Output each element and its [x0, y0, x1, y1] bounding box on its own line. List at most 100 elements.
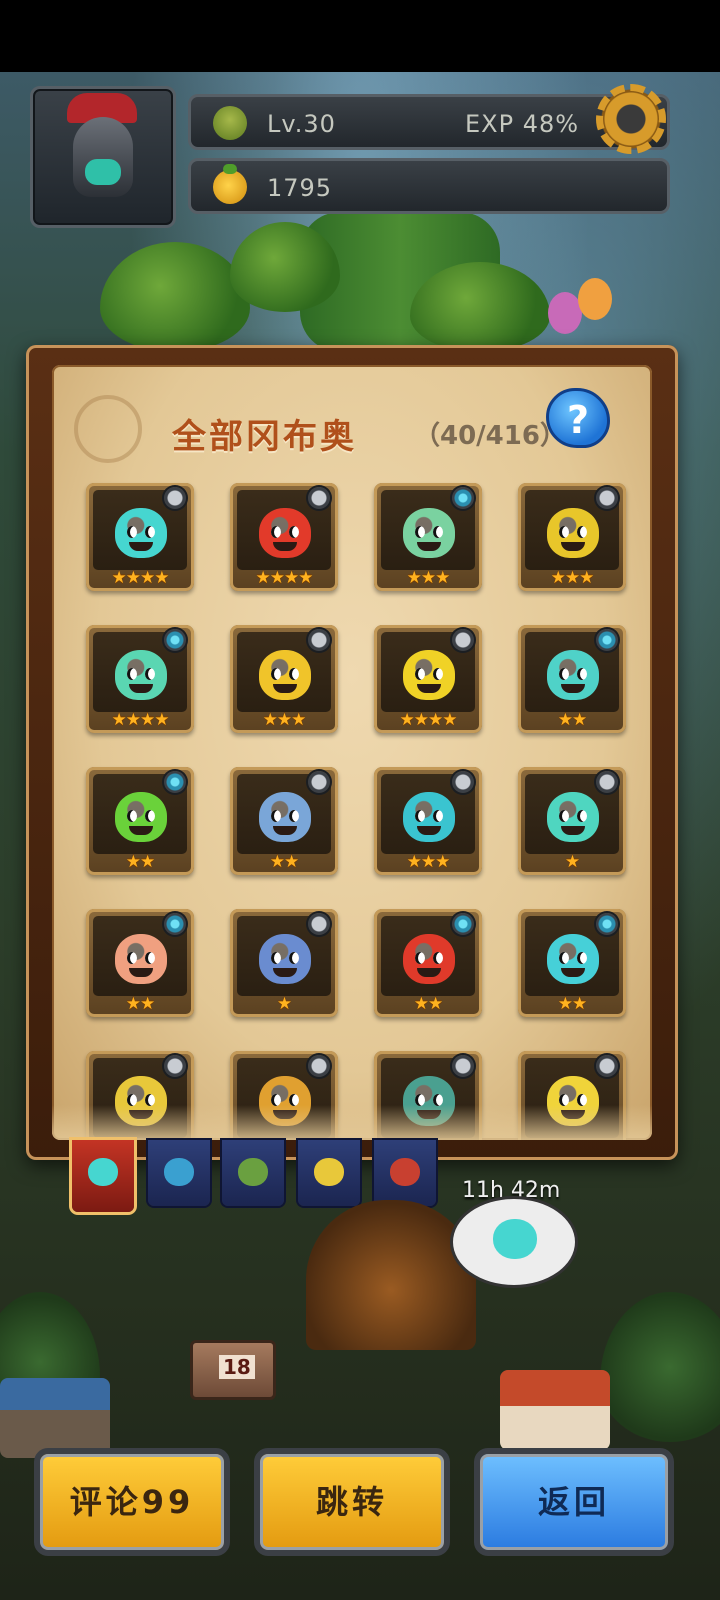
creature-grid: ★★★★ ★★★★ ★★★ ★★★ ★★★★ ★★★ ★★★★ ★★ ★★ ★★ ★★★ ★ ★★ ★ ★★…	[52, 365, 652, 1140]
tree-level-icon	[213, 106, 247, 140]
parchment-sheet: 全部冈布奥 （40/416） ★★★★ ★★★★ ★★★ ★★★ ★★★★ ★★★ ★★★★…	[52, 365, 652, 1140]
gumball-creature-icon	[115, 934, 167, 984]
star-rating: ★★★	[406, 852, 451, 872]
creature-card[interactable]: ★★★★	[86, 625, 194, 733]
warrior-class-icon	[308, 629, 330, 651]
leaf	[100, 242, 250, 352]
star-rating: ★★	[125, 994, 155, 1014]
gumball-creature-icon	[259, 792, 311, 842]
player-avatar[interactable]	[30, 86, 176, 228]
star-rating: ★★	[413, 994, 443, 1014]
warrior-class-icon	[452, 1055, 474, 1077]
star-rating: ★★★★	[399, 710, 458, 730]
jump-button[interactable]: 跳转	[254, 1448, 450, 1556]
dark-element-icon	[390, 1158, 420, 1186]
currency-value: 1795	[267, 174, 333, 202]
warrior-class-icon	[596, 1055, 618, 1077]
status-bar	[0, 0, 720, 72]
speech-bubble[interactable]	[450, 1196, 578, 1288]
star-rating: ★★	[269, 852, 299, 872]
village-house	[0, 1378, 110, 1458]
water-element-icon	[164, 1158, 194, 1186]
creature-card[interactable]: ★★★★	[86, 483, 194, 591]
gumball-bubble-icon	[493, 1219, 537, 1259]
magic-class-icon	[164, 913, 186, 935]
creature-card[interactable]: ★★★	[518, 483, 626, 591]
gumball-creature-icon	[547, 934, 599, 984]
help-button[interactable]: ?	[546, 388, 610, 448]
magic-class-icon	[452, 487, 474, 509]
warrior-class-icon	[308, 913, 330, 935]
creature-card[interactable]: ★★	[518, 909, 626, 1017]
star-rating: ★	[564, 852, 580, 872]
creature-card[interactable]: ★★	[518, 625, 626, 733]
warrior-class-icon	[596, 771, 618, 793]
warrior-class-icon	[308, 771, 330, 793]
magic-class-icon	[596, 913, 618, 935]
warrior-class-icon	[308, 487, 330, 509]
warrior-class-icon	[452, 771, 474, 793]
gumball-creature-icon	[259, 934, 311, 984]
all-element-icon	[88, 1158, 118, 1186]
star-rating: ★★★	[550, 568, 595, 588]
magic-class-icon	[164, 629, 186, 651]
creature-card[interactable]: ★	[518, 767, 626, 875]
star-rating: ★★★	[262, 710, 307, 730]
village-house	[500, 1370, 610, 1450]
star-rating: ★★★★	[255, 568, 314, 588]
back-button[interactable]: 返回	[474, 1448, 674, 1556]
gumball-creature-icon	[115, 508, 167, 558]
warrior-class-icon	[452, 629, 474, 651]
star-rating: ★★★	[406, 568, 451, 588]
gumball-creature-icon	[547, 650, 599, 700]
tab-nature[interactable]	[222, 1140, 284, 1206]
star-rating: ★	[276, 994, 292, 1014]
light-element-icon	[314, 1158, 344, 1186]
creature-card[interactable]: ★★★	[374, 483, 482, 591]
balloon	[548, 292, 582, 334]
gumball-creature-icon	[115, 650, 167, 700]
fruit-currency-icon	[213, 164, 247, 204]
creature-card[interactable]: ★★★★	[230, 483, 338, 591]
creature-card[interactable]: ★★★★	[374, 625, 482, 733]
star-rating: ★★	[557, 994, 587, 1014]
tab-all[interactable]	[72, 1140, 134, 1212]
scroll-fade	[52, 1105, 652, 1140]
gumball-creature-icon	[403, 792, 455, 842]
warrior-class-icon	[164, 1055, 186, 1077]
warrior-class-icon	[596, 487, 618, 509]
creature-card[interactable]: ★★	[230, 767, 338, 875]
creature-card[interactable]: ★★	[86, 767, 194, 875]
star-rating: ★★★★	[111, 568, 170, 588]
level-label: Lv.30	[267, 110, 336, 138]
gumball-creature-icon	[547, 792, 599, 842]
tab-water[interactable]	[148, 1140, 210, 1206]
knight-avatar-icon	[73, 117, 133, 197]
magic-class-icon	[596, 629, 618, 651]
tab-light[interactable]	[298, 1140, 360, 1206]
creature-card[interactable]: ★★★	[230, 625, 338, 733]
currency-bar: 1795	[188, 158, 670, 214]
magic-class-icon	[164, 771, 186, 793]
gumball-creature-icon	[403, 934, 455, 984]
magic-class-icon	[452, 913, 474, 935]
gumball-creature-icon	[259, 508, 311, 558]
star-rating: ★★	[125, 852, 155, 872]
warrior-class-icon	[164, 487, 186, 509]
creature-card[interactable]: ★	[230, 909, 338, 1017]
signpost: 18	[190, 1340, 276, 1400]
collection-panel: 全部冈布奥 （40/416） ★★★★ ★★★★ ★★★ ★★★ ★★★★ ★★★ ★★★★…	[26, 345, 678, 1160]
creature-card[interactable]: ★★	[86, 909, 194, 1017]
creature-card[interactable]: ★★★	[374, 767, 482, 875]
warrior-class-icon	[308, 1055, 330, 1077]
balloon	[578, 278, 612, 320]
tree-house[interactable]	[306, 1200, 476, 1350]
creature-card[interactable]: ★★	[374, 909, 482, 1017]
tab-dark[interactable]	[374, 1140, 436, 1206]
gumball-creature-icon	[403, 508, 455, 558]
comment-button[interactable]: 评论99	[34, 1448, 230, 1556]
gumball-creature-icon	[259, 650, 311, 700]
settings-gear-icon[interactable]	[596, 84, 666, 154]
star-rating: ★★	[557, 710, 587, 730]
gumball-creature-icon	[115, 792, 167, 842]
